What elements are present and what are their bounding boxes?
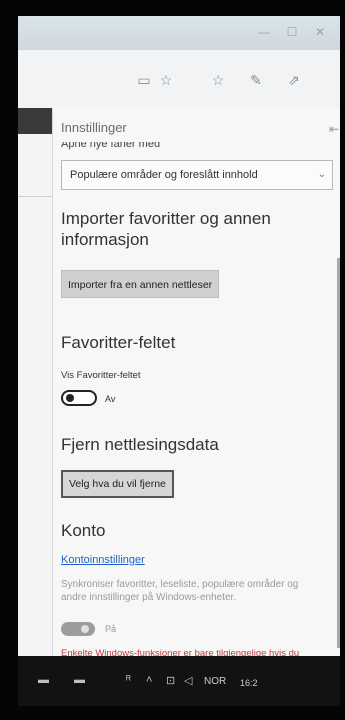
chevron-up-icon[interactable]: ˄: [146, 674, 152, 686]
favorites-bar-toggle[interactable]: [61, 390, 97, 406]
clock[interactable]: 16:2: [240, 678, 258, 688]
sync-description: Synkroniser favoritter, leseliste, popul…: [61, 579, 299, 603]
favorites-bar-toggle-state: Av: [105, 394, 116, 404]
new-tab-label: Åpne nye faner med: [61, 142, 161, 150]
taskbar-app-icon[interactable]: ▬: [38, 674, 49, 686]
minimize-button[interactable]: —: [258, 26, 270, 38]
favorites-bar-heading: Favoritter-feltet: [61, 333, 176, 352]
favorites-hub-icon[interactable]: ☆: [210, 72, 226, 88]
toggle-knob: [66, 394, 74, 402]
reading-view-icon[interactable]: ▭: [136, 72, 152, 88]
sync-toggle-state: På: [105, 624, 117, 634]
pen-icon[interactable]: ✎: [248, 72, 264, 88]
favorite-star-icon[interactable]: ☆: [158, 72, 174, 88]
people-icon[interactable]: ᴿ: [126, 674, 131, 686]
taskbar: ▬ ▬ ᴿ ˄ ⊡ ◁ NOR 16:2: [18, 656, 340, 706]
browser-title-bar: — ☐ ✕: [18, 16, 340, 50]
screen: — ☐ ✕ ▭ ☆ ☆ ✎ ⇗ Innstillinger ⇤ Åpne nye…: [18, 16, 340, 706]
clear-data-button[interactable]: Velg hva du vil fjerne: [61, 470, 174, 498]
network-icon[interactable]: ⊡: [166, 674, 175, 687]
address-bar: ▭ ☆ ☆ ✎ ⇗: [18, 50, 340, 109]
account-settings-link[interactable]: Kontoinnstillinger: [61, 554, 145, 566]
maximize-button[interactable]: ☐: [286, 26, 298, 38]
language-indicator[interactable]: NOR: [204, 676, 226, 687]
import-heading: Importer favoritter og annen informasjon: [61, 209, 271, 249]
clear-data-heading: Fjern nettlesingsdata: [61, 435, 219, 454]
import-button[interactable]: Importer fra en annen nettleser: [61, 270, 220, 298]
settings-panel: Innstillinger ⇤ Åpne nye faner med Popul…: [52, 108, 340, 706]
account-heading: Konto: [61, 521, 106, 540]
new-tab-dropdown[interactable]: Populære områder og foreslått innhold ⌄: [61, 160, 333, 190]
page-header-strip: [18, 108, 52, 134]
settings-title: Innstillinger: [61, 120, 127, 135]
sync-toggle: [61, 622, 95, 636]
chevron-down-icon: ⌄: [317, 169, 326, 180]
taskbar-app-icon[interactable]: ▬: [74, 674, 85, 686]
page-content-area: [18, 108, 52, 706]
new-tab-dropdown-value: Populære områder og foreslått innhold: [70, 169, 258, 181]
panel-scrollbar[interactable]: [337, 258, 340, 648]
volume-icon[interactable]: ◁: [184, 674, 192, 687]
close-button[interactable]: ✕: [314, 26, 326, 38]
share-icon[interactable]: ⇗: [286, 72, 302, 88]
show-favorites-bar-label: Vis Favoritter-feltet: [61, 370, 141, 381]
pin-icon[interactable]: ⇤: [329, 122, 339, 136]
page-divider: [18, 196, 52, 197]
toggle-knob: [81, 625, 89, 633]
